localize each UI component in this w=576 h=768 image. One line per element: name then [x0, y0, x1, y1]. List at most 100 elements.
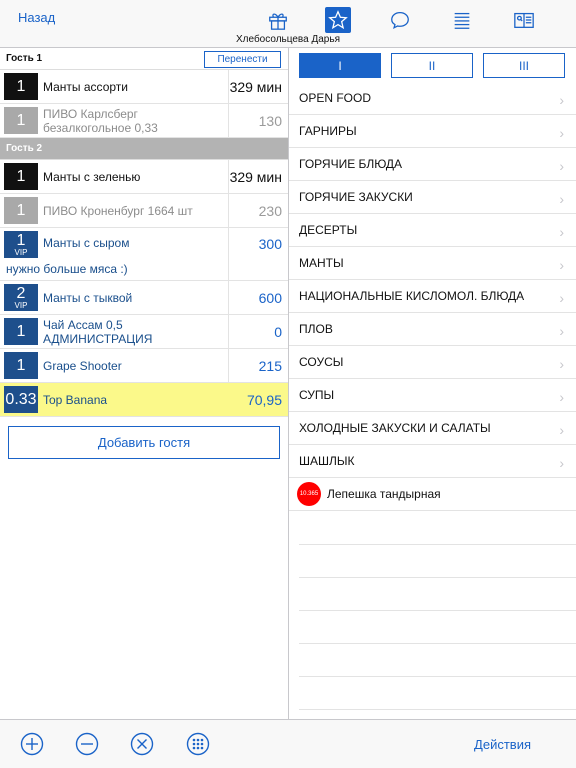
category-item[interactable]: OPEN FOOD ›	[289, 82, 576, 115]
item-name: Чай Ассам 0,5 АДМИНИСТРАЦИЯ	[43, 317, 153, 346]
favorites-tab[interactable]	[325, 7, 351, 33]
item-price: 600	[228, 281, 288, 314]
item-price: 300	[228, 228, 288, 280]
item-price: 230	[228, 194, 288, 227]
guest-label: Гость 2	[6, 143, 43, 154]
empty-row-divider	[299, 577, 576, 578]
item-price: 329 мин	[228, 160, 288, 193]
order-item[interactable]: 1 ПИВО Кроненбург 1664 шт 230	[0, 194, 288, 228]
segment-1[interactable]: I	[299, 53, 381, 78]
category-item[interactable]: МАНТЫ ›	[289, 247, 576, 280]
star-icon	[328, 10, 348, 30]
category-item[interactable]: ГОРЯЧИЕ БЛЮДА ›	[289, 148, 576, 181]
move-button[interactable]: Перенести	[204, 51, 281, 68]
quantity-badge: 1	[4, 163, 38, 190]
quantity-badge: 2 VIP	[4, 284, 38, 311]
minus-circle-icon[interactable]	[75, 732, 99, 756]
item-price: 215	[228, 349, 288, 382]
x-circle-icon[interactable]	[130, 732, 154, 756]
order-item-selected[interactable]: 0.33 Top Banana 70,95	[0, 383, 288, 417]
vip-label: VIP	[14, 248, 28, 257]
order-item[interactable]: 2 VIP Манты с тыквой 600	[0, 281, 288, 315]
category-item[interactable]: ШАШЛЫК ›	[289, 445, 576, 478]
item-name: ПИВО Кроненбург 1664 шт	[43, 203, 193, 218]
category-item[interactable]: ГАРНИРЫ ›	[289, 115, 576, 148]
vip-label: VIP	[14, 301, 28, 310]
category-item[interactable]: НАЦИОНАЛЬНЫЕ КИСЛОМОЛ. БЛЮДА ›	[289, 280, 576, 313]
chevron-right-icon: ›	[559, 389, 564, 405]
item-name: Манты с зеленью	[43, 169, 141, 184]
list-tab[interactable]	[449, 7, 475, 33]
book-icon	[514, 12, 534, 28]
item-name: Top Banana	[43, 392, 108, 407]
item-price: 0	[228, 315, 288, 348]
list-icon	[454, 12, 470, 29]
empty-row-divider	[299, 709, 576, 710]
chevron-right-icon: ›	[559, 323, 564, 339]
item-name: Grape Shooter	[43, 358, 122, 373]
empty-row-divider	[299, 610, 576, 611]
empty-row-divider	[299, 643, 576, 644]
order-item[interactable]: 1 ПИВО Карлсберг безалкогольное 0,33 130	[0, 104, 288, 138]
top-bar: Назад Хлебосольцева Дарья	[0, 0, 576, 48]
chevron-right-icon: ›	[559, 224, 564, 240]
chevron-right-icon: ›	[559, 290, 564, 306]
book-tab[interactable]	[511, 7, 537, 33]
segment-3[interactable]: III	[483, 53, 565, 78]
dish-name: Лепешка тандырная	[327, 487, 441, 501]
quantity-badge: 0.33	[4, 386, 38, 413]
chevron-right-icon: ›	[559, 158, 564, 174]
empty-row-divider	[299, 544, 576, 545]
item-name: ПИВО Карлсберг безалкогольное 0,33	[43, 106, 158, 135]
chevron-right-icon: ›	[559, 422, 564, 438]
order-item[interactable]: 1 Чай Ассам 0,5 АДМИНИСТРАЦИЯ 0	[0, 315, 288, 349]
category-item[interactable]: ХОЛОДНЫЕ ЗАКУСКИ И САЛАТЫ ›	[289, 412, 576, 445]
menu-panel: I II III OPEN FOOD › ГАРНИРЫ › ГОРЯЧИЕ БЛЮ…	[289, 48, 576, 719]
item-name: Манты ассорти	[43, 79, 128, 94]
bottom-toolbar: Действия	[0, 719, 576, 768]
empty-row-divider	[299, 676, 576, 677]
comments-tab[interactable]	[387, 7, 413, 33]
chevron-right-icon: ›	[559, 125, 564, 141]
add-guest-button[interactable]: Добавить гостя	[8, 426, 280, 459]
category-item[interactable]: ГОРЯЧИЕ ЗАКУСКИ ›	[289, 181, 576, 214]
category-item[interactable]: СУПЫ ›	[289, 379, 576, 412]
keypad-icon[interactable]	[186, 732, 210, 756]
gift-icon	[269, 13, 287, 30]
chevron-right-icon: ›	[559, 455, 564, 471]
order-item[interactable]: 1 Манты ассорти 329 мин	[0, 70, 288, 104]
order-item[interactable]: 1 Манты с зеленью 329 мин	[0, 160, 288, 194]
item-name: Манты с сыром	[43, 236, 130, 250]
segment-2[interactable]: II	[391, 53, 473, 78]
category-item[interactable]: ПЛОВ ›	[289, 313, 576, 346]
quantity-badge: 1	[4, 73, 38, 100]
chevron-right-icon: ›	[559, 92, 564, 108]
quantity-badge: 1	[4, 107, 38, 134]
guest-header-2[interactable]: Гость 2	[0, 138, 288, 160]
guest-label: Гость 1	[6, 53, 43, 64]
quantity-badge: 1	[4, 197, 38, 224]
chevron-right-icon: ›	[559, 356, 564, 372]
quantity-badge: 1	[4, 352, 38, 379]
plus-circle-icon[interactable]	[20, 732, 44, 756]
gift-tab[interactable]	[265, 7, 291, 33]
quantity-badge: 1	[4, 318, 38, 345]
item-price: 70,95	[246, 391, 282, 408]
order-item[interactable]: 1 VIP Манты с сыром нужно больше мяса :)…	[0, 228, 288, 281]
order-panel: Гость 1 Перенести 1 Манты ассорти 329 ми…	[0, 48, 288, 719]
order-item[interactable]: 1 Grape Shooter 215	[0, 349, 288, 383]
item-price: 329 мин	[228, 70, 288, 103]
price-badge: 10.365	[297, 482, 321, 506]
item-note: нужно больше мяса :)	[6, 262, 128, 276]
guest-header-1[interactable]: Гость 1 Перенести	[0, 48, 288, 70]
actions-button[interactable]: Действия	[474, 737, 531, 752]
category-item[interactable]: СОУСЫ ›	[289, 346, 576, 379]
quantity-badge: 1 VIP	[4, 231, 38, 258]
waiter-name: Хлебосольцева Дарья	[236, 34, 340, 45]
chevron-right-icon: ›	[559, 257, 564, 273]
dish-item[interactable]: 10.365 Лепешка тандырная	[289, 478, 576, 511]
back-button[interactable]: Назад	[18, 10, 55, 25]
item-name: Манты с тыквой	[43, 290, 133, 305]
chat-bubble-icon	[391, 12, 409, 30]
category-item[interactable]: ДЕСЕРТЫ ›	[289, 214, 576, 247]
